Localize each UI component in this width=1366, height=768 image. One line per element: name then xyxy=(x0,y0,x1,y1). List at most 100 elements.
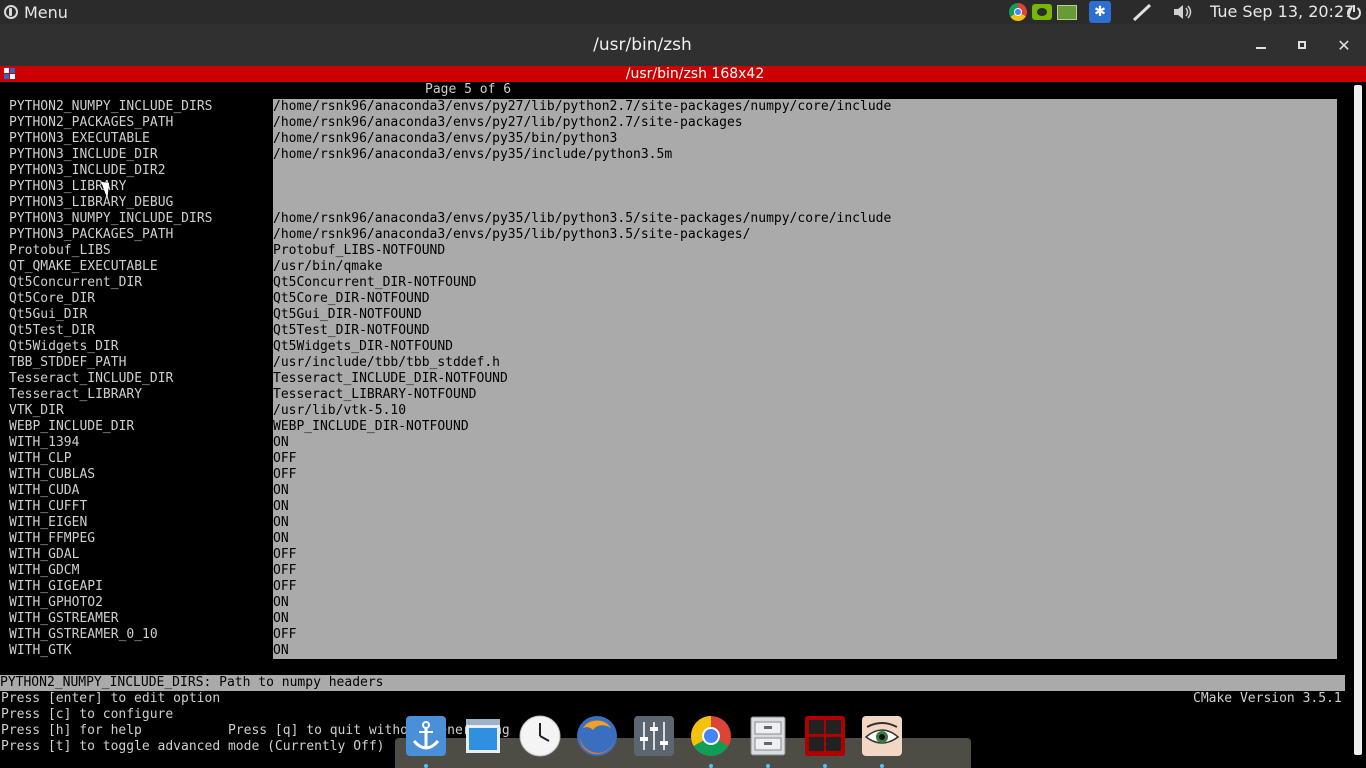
option-key[interactable]: WITH_1394 xyxy=(9,435,79,451)
option-value[interactable]: Qt5Core_DIR-NOTFOUND xyxy=(273,291,430,307)
option-value[interactable]: Tesseract_INCLUDE_DIR-NOTFOUND xyxy=(273,371,508,387)
chrome-icon[interactable] xyxy=(689,714,733,758)
option-key[interactable]: WITH_FFMPEG xyxy=(9,531,95,547)
option-key[interactable]: WEBP_INCLUDE_DIR xyxy=(9,419,134,435)
option-key[interactable]: Qt5Widgets_DIR xyxy=(9,339,119,355)
bluetooth-icon[interactable]: ✱ xyxy=(1089,0,1111,24)
volume-icon[interactable] xyxy=(1170,0,1196,24)
option-key[interactable]: WITH_CUDA xyxy=(9,483,79,499)
option-value[interactable]: OFF xyxy=(273,563,296,579)
window-titlebar[interactable]: /usr/bin/zsh ✕ xyxy=(0,24,1366,66)
terminal-body[interactable]: Page 5 of 6 /home/rsnk96/anaconda3/envs/… xyxy=(0,82,1352,768)
option-key[interactable]: WITH_EIGEN xyxy=(9,515,87,531)
anchor-icon[interactable] xyxy=(404,714,448,758)
option-key[interactable]: TBB_STDDEF_PATH xyxy=(9,355,126,371)
option-value[interactable]: /home/rsnk96/anaconda3/envs/py27/lib/pyt… xyxy=(273,115,743,131)
option-value[interactable]: /home/rsnk96/anaconda3/envs/py35/lib/pyt… xyxy=(273,227,750,243)
option-key[interactable]: QT_QMAKE_EXECUTABLE xyxy=(9,259,158,275)
option-value[interactable]: /home/rsnk96/anaconda3/envs/py35/bin/pyt… xyxy=(273,131,617,147)
option-key[interactable]: PYTHON2_PACKAGES_PATH xyxy=(9,115,173,131)
option-value[interactable]: OFF xyxy=(273,579,296,595)
option-value[interactable]: /usr/lib/vtk-5.10 xyxy=(273,403,406,419)
maximize-button[interactable] xyxy=(1289,32,1315,58)
option-value[interactable]: ON xyxy=(273,611,289,627)
footer-line-enter: Press [enter] to edit option xyxy=(1,691,221,706)
network-icon[interactable] xyxy=(1056,0,1078,24)
option-key[interactable]: PYTHON3_NUMPY_INCLUDE_DIRS xyxy=(9,211,213,227)
option-value[interactable]: ON xyxy=(273,435,289,451)
option-value[interactable]: Tesseract_LIBRARY-NOTFOUND xyxy=(273,387,477,403)
option-value[interactable]: /home/rsnk96/anaconda3/envs/py27/lib/pyt… xyxy=(273,99,891,115)
terminal-title: /usr/bin/zsh 168x42 xyxy=(625,66,765,82)
cmake-version: CMake Version 3.5.1 xyxy=(1193,691,1342,706)
option-key[interactable]: WITH_GTK xyxy=(9,643,72,659)
close-button[interactable]: ✕ xyxy=(1331,32,1357,58)
maximize-icon xyxy=(1298,41,1306,49)
option-key[interactable]: Tesseract_INCLUDE_DIR xyxy=(9,371,173,387)
option-key[interactable]: WITH_GPHOTO2 xyxy=(9,595,103,611)
option-key[interactable]: PYTHON3_INCLUDE_DIR2 xyxy=(9,163,166,179)
option-key[interactable]: WITH_CLP xyxy=(9,451,72,467)
nvidia-icon[interactable] xyxy=(1031,0,1053,24)
option-key[interactable]: PYTHON3_LIBRARY_DEBUG xyxy=(9,195,173,211)
option-key[interactable]: Protobuf_LIBS xyxy=(9,243,111,259)
option-key[interactable]: WITH_GSTREAMER_0_10 xyxy=(9,627,158,643)
option-key[interactable]: PYTHON2_NUMPY_INCLUDE_DIRS xyxy=(9,99,213,115)
option-key[interactable]: Qt5Gui_DIR xyxy=(9,307,87,323)
option-value[interactable]: ON xyxy=(273,483,289,499)
scrollbar-thumb[interactable] xyxy=(1354,85,1362,755)
option-key[interactable]: WITH_CUBLAS xyxy=(9,467,95,483)
clock-app-icon[interactable] xyxy=(518,714,562,758)
option-key[interactable]: VTK_DIR xyxy=(9,403,64,419)
menu-button[interactable]: Menu xyxy=(4,0,68,24)
option-key[interactable]: WITH_GDAL xyxy=(9,547,79,563)
option-key[interactable]: WITH_CUFFT xyxy=(9,499,87,515)
option-value[interactable]: ON xyxy=(273,531,289,547)
option-value[interactable]: Protobuf_LIBS-NOTFOUND xyxy=(273,243,445,259)
option-value[interactable]: /home/rsnk96/anaconda3/envs/py35/include… xyxy=(273,147,672,163)
dock-running-indicator xyxy=(424,764,428,768)
option-value[interactable]: OFF xyxy=(273,451,296,467)
option-key[interactable]: Tesseract_LIBRARY xyxy=(9,387,142,403)
power-icon[interactable] xyxy=(1343,0,1365,24)
option-key[interactable]: PYTHON3_PACKAGES_PATH xyxy=(9,227,173,243)
option-value[interactable]: /home/rsnk96/anaconda3/envs/py35/lib/pyt… xyxy=(273,211,891,227)
option-value[interactable]: /usr/include/tbb/tbb_stddef.h xyxy=(273,355,500,371)
option-key[interactable]: WITH_GDCM xyxy=(9,563,79,579)
option-value[interactable]: ON xyxy=(273,643,289,659)
minimize-button[interactable] xyxy=(1248,32,1274,58)
mixer-icon[interactable] xyxy=(632,714,676,758)
option-value[interactable]: Qt5Gui_DIR-NOTFOUND xyxy=(273,307,422,323)
window-title: /usr/bin/zsh xyxy=(593,35,692,55)
option-value[interactable]: OFF xyxy=(273,627,296,643)
clock[interactable]: Tue Sep 13, 20:27 xyxy=(1210,0,1354,24)
option-value[interactable]: OFF xyxy=(273,547,296,563)
option-key[interactable]: Qt5Core_DIR xyxy=(9,291,95,307)
option-key[interactable]: Qt5Concurrent_DIR xyxy=(9,275,142,291)
option-key[interactable]: PYTHON3_EXECUTABLE xyxy=(9,131,150,147)
eye-app-icon[interactable] xyxy=(860,714,904,758)
page-indicator: Page 5 of 6 xyxy=(425,82,512,97)
option-key[interactable]: WITH_GIGEAPI xyxy=(9,579,103,595)
minimize-icon xyxy=(1256,47,1266,49)
files-window-icon[interactable] xyxy=(461,714,505,758)
file-cabinet-icon[interactable] xyxy=(746,714,790,758)
chrome-tray-icon[interactable] xyxy=(1007,0,1029,24)
menu-label: Menu xyxy=(24,2,68,22)
terminal-app-icon[interactable] xyxy=(803,714,847,758)
option-value[interactable]: OFF xyxy=(273,467,296,483)
firefox-icon[interactable] xyxy=(575,714,619,758)
option-value[interactable]: /usr/bin/qmake xyxy=(273,259,383,275)
pen-icon[interactable] xyxy=(1129,0,1155,24)
option-key[interactable]: Qt5Test_DIR xyxy=(9,323,95,339)
option-value[interactable]: Qt5Widgets_DIR-NOTFOUND xyxy=(273,339,453,355)
option-value[interactable]: ON xyxy=(273,515,289,531)
option-value[interactable]: ON xyxy=(273,499,289,515)
option-key[interactable]: PYTHON3_INCLUDE_DIR xyxy=(9,147,158,163)
option-value[interactable]: Qt5Test_DIR-NOTFOUND xyxy=(273,323,430,339)
option-value[interactable]: ON xyxy=(273,595,289,611)
option-value[interactable]: WEBP_INCLUDE_DIR-NOTFOUND xyxy=(273,419,469,435)
top-panel: Menu ✱ Tue Sep 13, 20:27 xyxy=(0,0,1366,24)
option-value[interactable]: Qt5Concurrent_DIR-NOTFOUND xyxy=(273,275,477,291)
option-key[interactable]: WITH_GSTREAMER xyxy=(9,611,119,627)
